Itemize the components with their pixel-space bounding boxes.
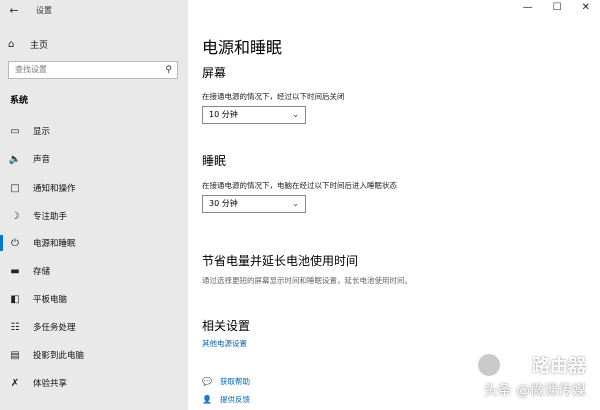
speaker-icon: 🔈 <box>8 153 22 165</box>
window-title: 设置 <box>36 6 52 15</box>
sidebar-item-tablet[interactable]: ◧ 平板电脑 <box>0 288 188 310</box>
tablet-icon: ◧ <box>10 293 20 305</box>
multitask-icon: ☷ <box>10 321 20 333</box>
sidebar-item-notifications[interactable]: □ 通知和操作 <box>0 177 188 199</box>
give-feedback-link[interactable]: 👤 提供反馈 <box>202 394 250 405</box>
sidebar-item-multitasking[interactable]: ☷ 多任务处理 <box>0 316 188 338</box>
project-icon: ▤ <box>10 349 20 361</box>
moon-icon: ☽ <box>10 210 20 222</box>
sidebar-item-label: 平板电脑 <box>33 295 68 305</box>
search-placeholder: 查找设置 <box>15 65 47 74</box>
sidebar-item-label: 专注助手 <box>33 212 68 222</box>
sleep-timeout-select[interactable]: 30 分钟 ⌄ <box>202 195 306 213</box>
sidebar-item-storage[interactable]: ▬ 存储 <box>0 260 188 282</box>
watermark-logo-icon <box>478 354 500 376</box>
back-arrow-icon[interactable]: ← <box>6 3 22 19</box>
screen-heading: 屏幕 <box>202 66 227 80</box>
share-icon: ✗ <box>10 377 20 389</box>
sidebar-item-label: 存储 <box>33 267 51 277</box>
sidebar-item-label: 显示 <box>33 127 51 137</box>
active-indicator <box>0 235 3 251</box>
watermark: 路由器 头条 @微课传媒 <box>470 348 590 404</box>
sidebar-item-label: 声音 <box>33 155 51 165</box>
battery-heading: 节省电量并延长电池使用时间 <box>202 254 359 268</box>
battery-description: 通过选择更短的屏幕显示时间和睡眠设置，延长电池使用时间。 <box>202 276 412 285</box>
storage-icon: ▬ <box>10 265 20 277</box>
sidebar-item-label: 多任务处理 <box>33 323 76 333</box>
sidebar-item-project[interactable]: ▤ 投影到此电脑 <box>0 344 188 366</box>
sleep-description: 在接通电源的情况下，电脑在经过以下时间后进入睡眠状态 <box>202 181 397 190</box>
help-icon: 💬 <box>202 377 212 386</box>
sidebar-item-label: 通知和操作 <box>33 184 76 194</box>
home-icon: ⌂ <box>8 38 15 50</box>
minimize-icon[interactable]: — <box>523 2 533 13</box>
sidebar-item-label: 体验共享 <box>33 379 68 389</box>
window-controls: — ☐ ✕ <box>523 2 590 13</box>
sidebar-item-display[interactable]: ▭ 显示 <box>0 120 188 142</box>
home-label: 主页 <box>30 40 49 51</box>
get-help-label: 获取帮助 <box>220 377 250 386</box>
feedback-icon: 👤 <box>202 395 212 404</box>
search-input[interactable]: 查找设置 ⚲ <box>8 61 178 79</box>
related-settings-heading: 相关设置 <box>202 319 251 333</box>
sidebar-item-focus-assist[interactable]: ☽ 专注助手 <box>0 205 188 227</box>
page-title: 电源和睡眠 <box>202 38 283 57</box>
additional-power-settings-link[interactable]: 其他电源设置 <box>202 338 247 349</box>
screen-description: 在接通电源的情况下，经过以下时间后关闭 <box>202 92 345 101</box>
sidebar-item-sound[interactable]: 🔈 声音 <box>0 148 188 170</box>
get-help-link[interactable]: 💬 获取帮助 <box>202 376 250 387</box>
screen-timeout-value: 10 分钟 <box>209 110 238 119</box>
sidebar: ← 设置 ⌂ 主页 查找设置 ⚲ 系统 ▭ 显示 🔈 声音 □ 通知和操作 ☽ … <box>0 0 188 410</box>
search-icon[interactable]: ⚲ <box>165 62 172 78</box>
maximize-icon[interactable]: ☐ <box>553 2 562 13</box>
monitor-icon: ▭ <box>10 125 20 137</box>
sidebar-item-home[interactable]: ⌂ 主页 <box>8 36 48 52</box>
chevron-down-icon: ⌄ <box>292 110 299 119</box>
watermark-line2: 头条 @微课传媒 <box>483 383 586 399</box>
sleep-timeout-value: 30 分钟 <box>209 199 238 208</box>
close-icon[interactable]: ✕ <box>582 2 590 13</box>
sidebar-item-label: 电源和睡眠 <box>33 239 76 249</box>
section-label: 系统 <box>10 96 29 106</box>
sidebar-item-shared-experiences[interactable]: ✗ 体验共享 <box>0 372 188 394</box>
watermark-line1: 路由器 <box>532 356 586 377</box>
give-feedback-label: 提供反馈 <box>220 395 250 404</box>
sleep-heading: 睡眠 <box>202 154 227 168</box>
sidebar-item-label: 投影到此电脑 <box>33 351 85 361</box>
power-icon: ⏻ <box>11 237 19 249</box>
sidebar-item-power-sleep[interactable]: ⏻ 电源和睡眠 <box>0 232 188 254</box>
notification-icon: □ <box>10 182 20 194</box>
chevron-down-icon: ⌄ <box>292 199 299 208</box>
screen-timeout-select[interactable]: 10 分钟 ⌄ <box>202 106 306 124</box>
titlebar-left: ← 设置 <box>0 0 188 22</box>
